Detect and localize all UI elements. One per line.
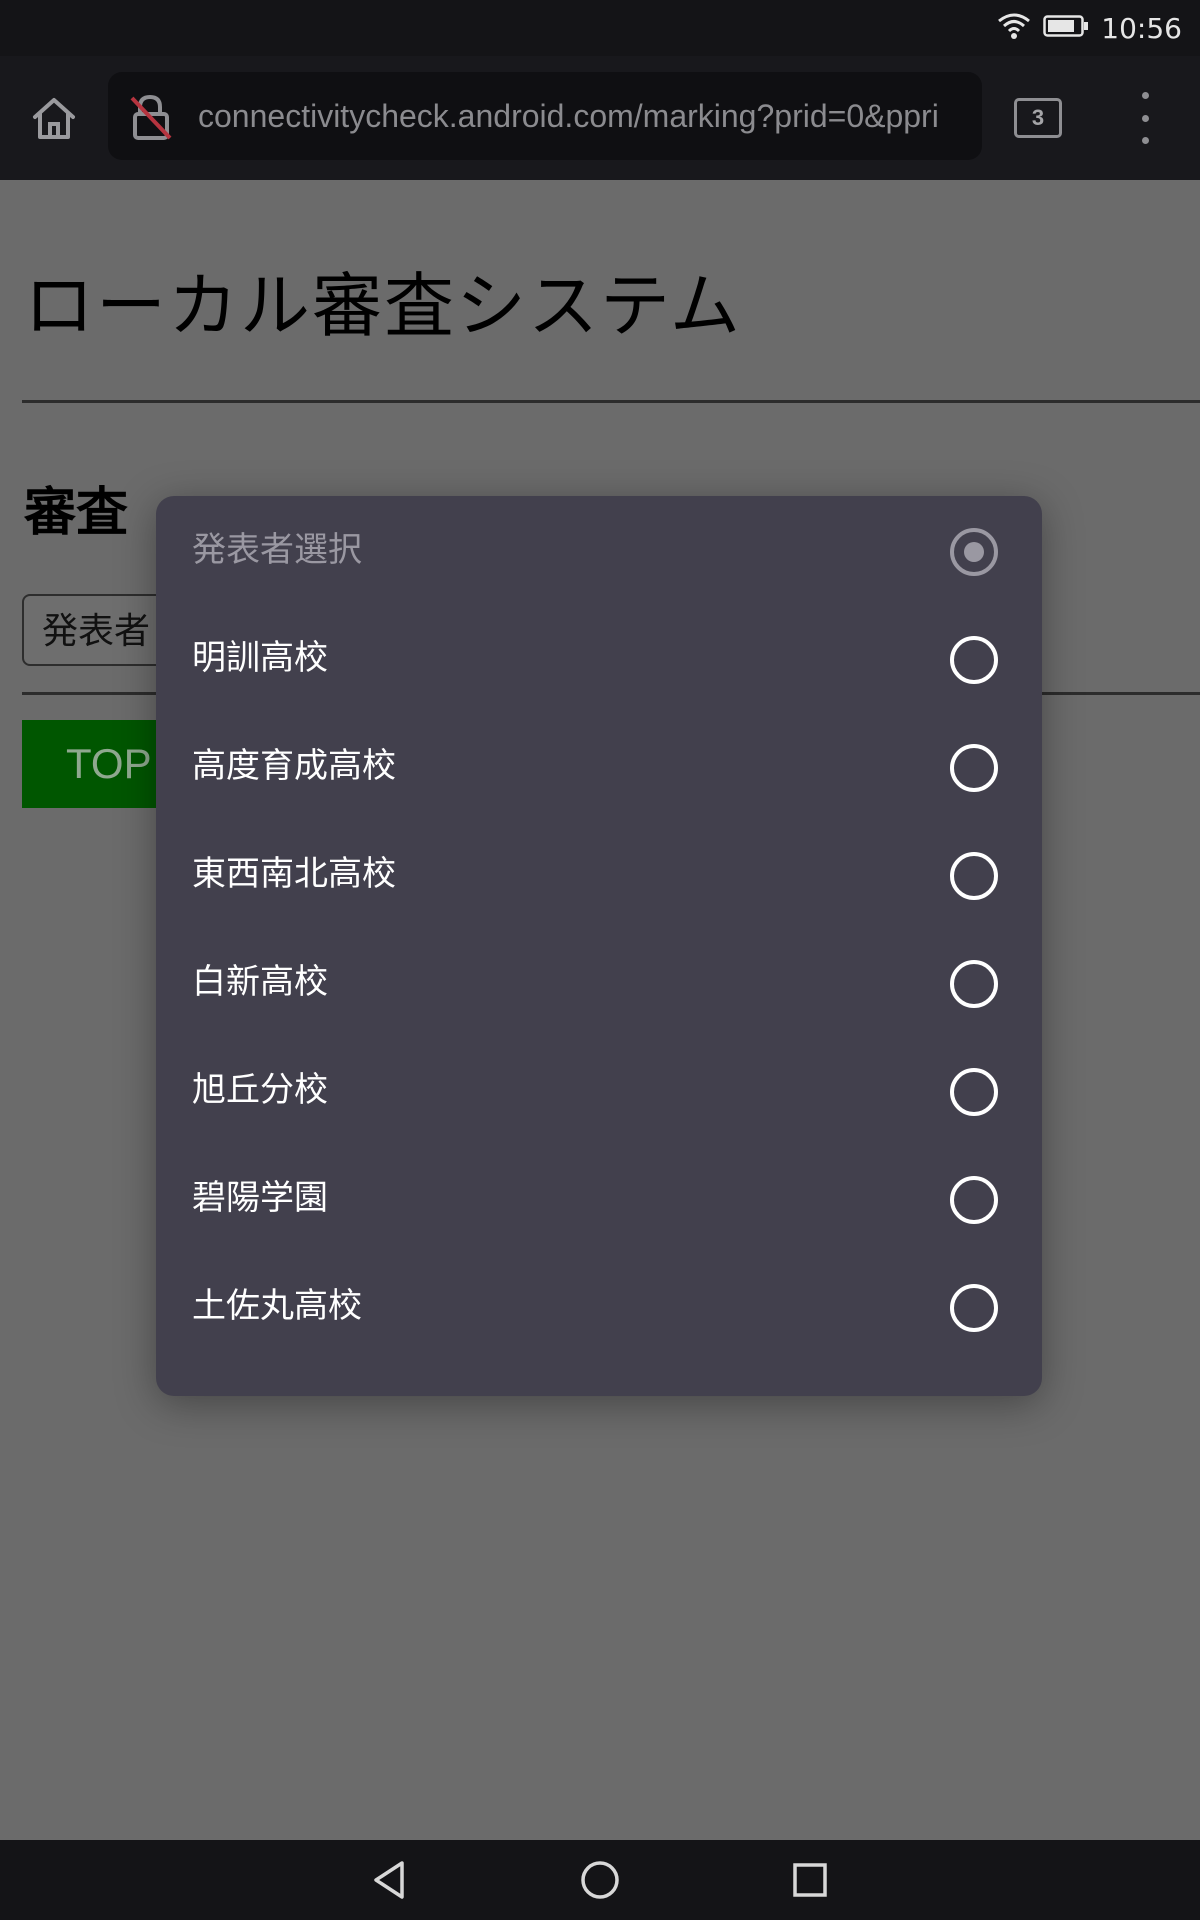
section-title: 審査 [24,483,129,543]
status-bar: 10:56 [0,0,1200,56]
radio-icon[interactable] [950,744,998,792]
option-label: 東西南北高校 [192,854,396,894]
url-text[interactable]: connectivitycheck.android.com/marking?pr… [198,72,982,160]
option-label: 土佐丸高校 [192,1286,362,1326]
home-button[interactable] [22,86,86,150]
option-label: 発表者選択 [192,530,362,570]
option-label: 高度育成高校 [192,746,396,786]
dialog-option[interactable]: 東西南北高校 [156,820,1042,928]
home-icon [33,98,75,139]
page-title: ローカル審査システム [24,265,742,347]
tab-switcher-button[interactable]: 3 [1014,98,1062,138]
radio-icon[interactable] [950,852,998,900]
option-label: 碧陽学園 [192,1178,328,1218]
more-vert-icon[interactable] [1130,92,1160,144]
radio-icon[interactable] [950,636,998,684]
battery-icon [1043,14,1089,42]
presenter-select-dialog: 発表者選択 明訓高校 高度育成高校 東西南北高校 白新高校 旭丘分校 碧陽学園 … [156,496,1042,1396]
home-circle-icon[interactable] [578,1858,622,1902]
dialog-option-placeholder: 発表者選択 [156,496,1042,604]
dialog-option[interactable]: 高度育成高校 [156,712,1042,820]
option-label: 明訓高校 [192,638,328,678]
browser-toolbar: connectivitycheck.android.com/marking?pr… [0,56,1200,180]
dialog-option[interactable]: 明訓高校 [156,604,1042,712]
dialog-option[interactable]: 碧陽学園 [156,1144,1042,1252]
recents-icon[interactable] [788,1858,832,1902]
radio-icon[interactable] [950,1284,998,1332]
radio-icon[interactable] [950,1176,998,1224]
radio-icon[interactable] [950,1068,998,1116]
address-bar[interactable]: connectivitycheck.android.com/marking?pr… [108,72,982,160]
clock: 10:56 [1101,11,1182,45]
radio-icon[interactable] [950,960,998,1008]
wifi-icon [997,12,1031,44]
dialog-option[interactable]: 土佐丸高校 [156,1252,1042,1360]
option-label: 旭丘分校 [192,1070,328,1110]
dialog-option[interactable]: 旭丘分校 [156,1036,1042,1144]
back-icon[interactable] [368,1858,412,1902]
divider [22,400,1200,403]
radio-selected-icon [950,528,998,576]
status-icons: 10:56 [997,6,1182,50]
insecure-lock-icon[interactable] [126,92,176,142]
option-label: 白新高校 [192,962,328,1002]
dialog-option[interactable]: 白新高校 [156,928,1042,1036]
system-nav-bar [0,1840,1200,1920]
